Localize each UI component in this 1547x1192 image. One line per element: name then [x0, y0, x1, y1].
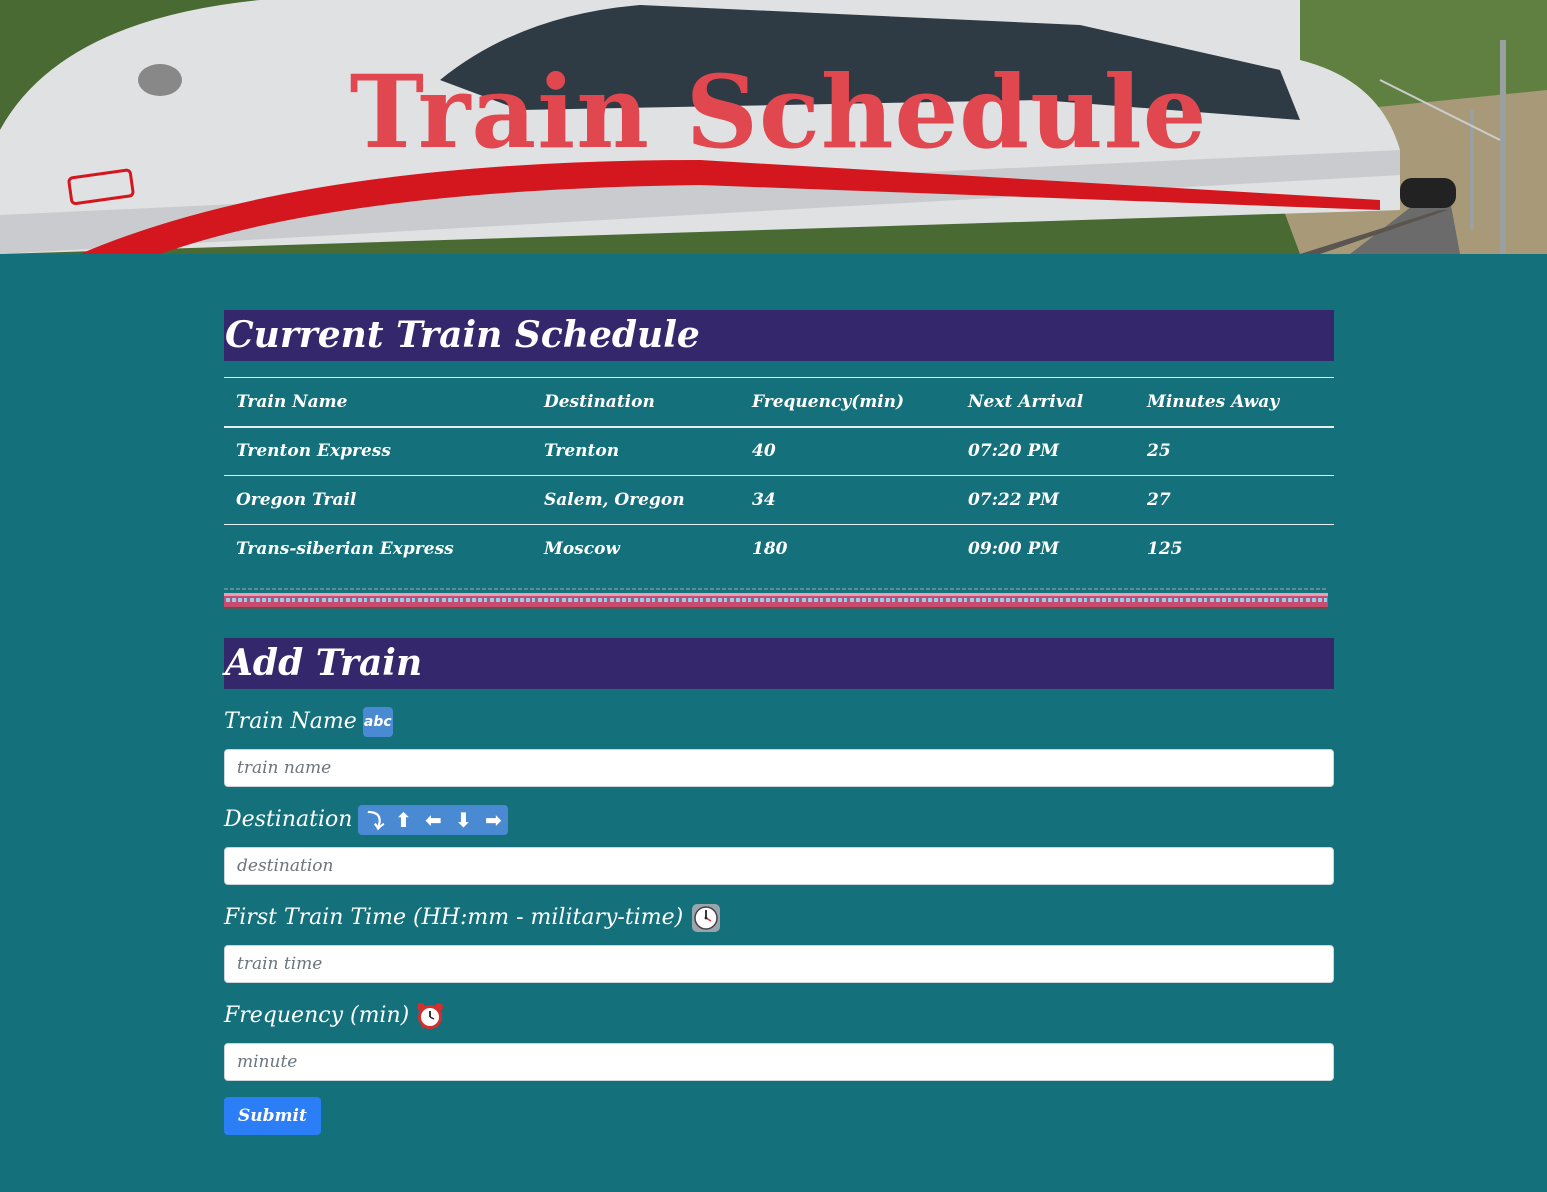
cell-minutes-away: 25 [1147, 441, 1171, 462]
cell-next-arrival: 09:00 PM [956, 524, 1135, 574]
alarm-clock-icon [417, 1002, 444, 1029]
train-name-input[interactable] [224, 748, 1334, 787]
column-header-destination: Destination [532, 377, 740, 428]
cell-minutes-away: 125 [1135, 524, 1334, 574]
table-row: Trenton Express Trenton 40 07:20 PM 25 [224, 427, 1334, 476]
first-train-time-label-text: First Train Time (HH:mm - military-time) [224, 905, 684, 930]
clock-icon [692, 903, 721, 932]
column-header-next-arrival: Next Arrival [956, 377, 1135, 428]
cell-frequency: 40 [752, 441, 776, 462]
column-header-frequency: Frequency(min) [740, 377, 956, 428]
table-header-row: Train Name Destination Frequency(min) Ne… [224, 377, 1334, 428]
submit-button[interactable]: Submit [224, 1096, 321, 1135]
frequency-label-text: Frequency (min) [224, 1003, 410, 1028]
destination-label-text: Destination [224, 807, 353, 832]
cell-destination: Trenton [544, 441, 620, 462]
cell-next-arrival: 07:20 PM [968, 441, 1060, 462]
frequency-label: Frequency (min) [224, 998, 1334, 1034]
add-train-form: Train Name abc Destination ⤵ ⬆ ⬅ ⬇ ➡ [224, 704, 1334, 1135]
page-title: Train Schedule [349, 53, 1208, 171]
cell-destination: Salem, Oregon [532, 475, 740, 525]
frequency-input[interactable] [224, 1042, 1334, 1081]
cell-next-arrival: 07:22 PM [956, 475, 1135, 525]
table-row: Trans-siberian Express Moscow 180 09:00 … [224, 524, 1334, 574]
form-group-train-name: Train Name abc [224, 704, 1334, 787]
train-name-label: Train Name abc [224, 704, 1334, 740]
train-name-label-text: Train Name [224, 709, 357, 734]
form-group-first-train-time: First Train Time (HH:mm - military-time) [224, 900, 1334, 983]
cell-frequency: 180 [740, 524, 956, 574]
arrow-down-right-icon: ⤵ [358, 804, 389, 835]
train-divider-icon [224, 586, 1328, 611]
arrow-right-icon: ➡ [478, 804, 509, 835]
cell-minutes-away: 27 [1135, 475, 1334, 525]
train-time-input[interactable] [224, 944, 1334, 983]
column-header-train-name: Train Name [224, 377, 532, 428]
cell-train-name: Trans-siberian Express [224, 524, 532, 574]
arrow-up-icon: ⬆ [388, 804, 419, 835]
form-group-destination: Destination ⤵ ⬆ ⬅ ⬇ ➡ [224, 802, 1334, 885]
cell-train-name: Trenton Express [236, 441, 391, 462]
column-header-minutes-away: Minutes Away [1135, 377, 1334, 428]
cell-train-name: Oregon Trail [224, 475, 532, 525]
schedule-table: Train Name Destination Frequency(min) Ne… [224, 377, 1334, 574]
arrows-icon: ⤵ ⬆ ⬅ ⬇ ➡ [358, 804, 509, 835]
cell-frequency: 34 [740, 475, 956, 525]
abc-icon: abc [362, 706, 393, 737]
destination-label: Destination ⤵ ⬆ ⬅ ⬇ ➡ [224, 802, 1334, 838]
cell-destination: Moscow [532, 524, 740, 574]
form-group-frequency: Frequency (min) [224, 998, 1334, 1081]
arrow-left-icon: ⬅ [418, 804, 449, 835]
first-train-time-label: First Train Time (HH:mm - military-time) [224, 900, 1334, 936]
destination-input[interactable] [224, 846, 1334, 885]
schedule-heading: Current Train Schedule [224, 310, 1334, 361]
add-train-heading: Add Train [224, 637, 1334, 689]
hero-banner: Train Schedule [0, 0, 1547, 254]
main-container: Current Train Schedule Train Name Destin… [224, 310, 1334, 1135]
table-row: Oregon Trail Salem, Oregon 34 07:22 PM 2… [224, 475, 1334, 525]
arrow-down-icon: ⬇ [448, 804, 479, 835]
